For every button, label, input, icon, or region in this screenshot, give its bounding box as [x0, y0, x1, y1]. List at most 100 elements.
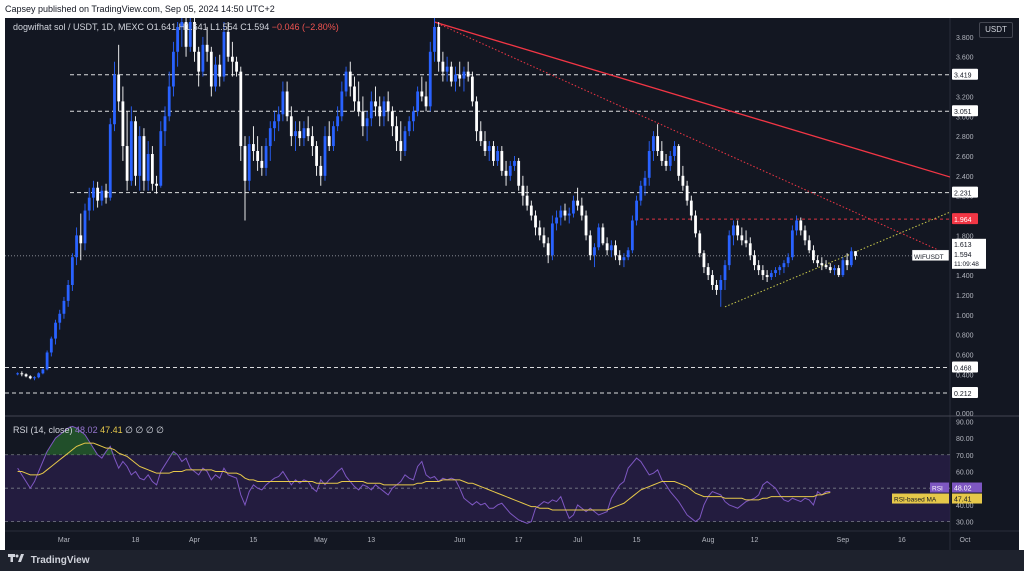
candle — [264, 138, 268, 176]
candle-body — [673, 146, 676, 156]
candle-body — [656, 136, 660, 152]
candle-body — [315, 146, 318, 166]
candle-body — [348, 71, 352, 87]
quote-currency-button[interactable]: USDT — [979, 22, 1013, 38]
candle-body — [344, 71, 348, 92]
price-tick-label: 3.800 — [956, 35, 974, 42]
candle-body — [235, 61, 238, 72]
candle-body — [694, 215, 697, 234]
time-tick-label: 15 — [633, 537, 641, 544]
candle-body — [407, 121, 411, 132]
candle-body — [723, 265, 727, 281]
candle — [117, 44, 121, 112]
candle — [643, 170, 647, 196]
candle — [753, 250, 756, 271]
rsi-ma-name-text: RSI-based MA — [894, 497, 937, 504]
candle-body — [441, 61, 445, 72]
rsi-label: RSI (14, close) — [13, 425, 73, 435]
candle-body — [508, 165, 512, 176]
candle-body — [323, 136, 327, 176]
candle-body — [403, 131, 407, 152]
candle — [748, 237, 752, 261]
candle — [576, 187, 580, 211]
candle-body — [572, 200, 575, 214]
candle — [357, 81, 361, 117]
candle-body — [45, 352, 49, 370]
candle — [37, 372, 41, 379]
candle — [399, 121, 403, 161]
candle-body — [209, 51, 213, 87]
candle-body — [521, 185, 525, 196]
candle — [828, 263, 832, 274]
candle — [710, 270, 714, 290]
candle — [580, 197, 584, 221]
candle-body — [580, 205, 584, 216]
rsi-legend: RSI (14, close) 48.02 47.41 ∅ ∅ ∅ ∅ — [13, 425, 164, 436]
candle — [361, 96, 365, 137]
rsi-name-text: RSI — [932, 486, 943, 493]
candle — [807, 235, 811, 254]
candle — [163, 106, 167, 147]
candle-body — [96, 187, 100, 201]
candle-body — [475, 101, 478, 132]
candle-body — [353, 86, 356, 102]
chart-canvas[interactable]: 0.4000.6000.8001.0001.2001.4001.6001.800… — [5, 18, 1019, 550]
candle-body — [117, 74, 121, 102]
candle-body — [277, 114, 281, 122]
time-tick-label: Jun — [454, 537, 465, 544]
time-tick-label: 17 — [515, 537, 523, 544]
candle — [403, 126, 407, 156]
candle-body — [201, 44, 205, 72]
candle — [395, 116, 398, 152]
candle — [719, 275, 723, 307]
candle — [340, 81, 344, 122]
tradingview-logo-icon[interactable] — [8, 550, 24, 571]
time-tick-label: Apr — [189, 537, 201, 544]
candle-body — [744, 240, 748, 244]
candle — [601, 223, 605, 246]
candle — [58, 309, 62, 330]
candle-body — [41, 369, 45, 374]
candle — [159, 121, 163, 188]
candle-body — [812, 250, 815, 261]
candle — [723, 260, 727, 290]
candle-body — [769, 273, 773, 278]
candle-body — [681, 175, 685, 186]
candle-body — [197, 51, 201, 72]
candle-body — [517, 160, 521, 186]
candle — [614, 240, 617, 261]
candle — [584, 210, 588, 241]
candle — [323, 126, 327, 181]
candle-body — [79, 235, 83, 244]
candle — [142, 128, 146, 191]
time-tick-label: 16 — [898, 537, 906, 544]
rsi-tick-label: 90.00 — [956, 419, 974, 426]
candle — [256, 136, 260, 171]
candle-body — [668, 155, 672, 166]
candle-body — [584, 215, 588, 236]
candle — [673, 141, 676, 161]
candle-body — [479, 131, 483, 142]
candle-body — [66, 284, 70, 301]
candle-body — [576, 200, 580, 206]
ohlc-open: O1.641 — [146, 22, 177, 32]
candle-body — [378, 106, 382, 117]
candle — [218, 54, 222, 87]
time-tick-label: Sep — [837, 537, 850, 544]
candle-body — [630, 220, 634, 251]
brand-name: TradingView — [30, 555, 90, 567]
candle — [79, 213, 83, 261]
candle — [732, 220, 735, 246]
candle-body — [647, 151, 651, 178]
candle-body — [807, 240, 811, 251]
candle-body — [563, 210, 567, 216]
candle-body — [87, 197, 91, 211]
price-tick-label: 2.400 — [956, 174, 974, 181]
candle-body — [525, 195, 529, 206]
ohlc-close: C1.594 — [240, 22, 270, 32]
candle — [550, 215, 554, 261]
candle-body — [639, 185, 643, 201]
candle-body — [534, 215, 537, 228]
chart-frame[interactable]: 0.4000.6000.8001.0001.2001.4001.6001.800… — [5, 18, 1019, 550]
candle — [782, 260, 786, 274]
